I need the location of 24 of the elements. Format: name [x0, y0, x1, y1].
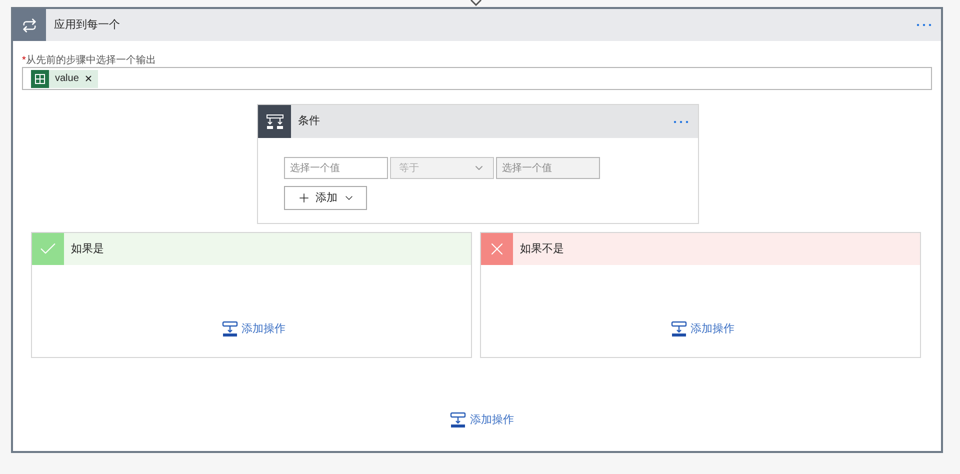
add-action-link[interactable]: 添加操作	[670, 321, 734, 338]
add-action-icon	[670, 321, 686, 338]
add-action-icon	[222, 321, 238, 338]
value-token[interactable]: value	[31, 70, 98, 88]
loop-title: 应用到每一个	[54, 18, 121, 33]
output-field[interactable]: value	[22, 67, 932, 90]
loop-icon	[22, 18, 37, 32]
value-field[interactable]: 选择一个值	[284, 157, 388, 179]
condition-title: 条件	[298, 114, 321, 130]
condition-icon	[266, 114, 284, 130]
branch-title: 如果是	[71, 242, 104, 257]
more-icon[interactable]	[674, 120, 688, 124]
add-action-icon	[450, 412, 466, 428]
add-button[interactable]: 添加	[284, 186, 367, 210]
excel-icon	[31, 70, 49, 88]
field-label: 从先前的步骤中选择一个输出	[26, 54, 156, 68]
branch-title: 如果不是	[520, 242, 564, 257]
remove-icon[interactable]	[84, 74, 93, 83]
more-icon[interactable]	[917, 23, 931, 27]
plus-icon	[296, 191, 310, 205]
add-action-link[interactable]: 添加操作	[222, 321, 286, 338]
token-label: value	[55, 72, 79, 86]
add-action-link[interactable]: 添加操作	[450, 412, 514, 428]
required-mark: *	[22, 54, 26, 68]
